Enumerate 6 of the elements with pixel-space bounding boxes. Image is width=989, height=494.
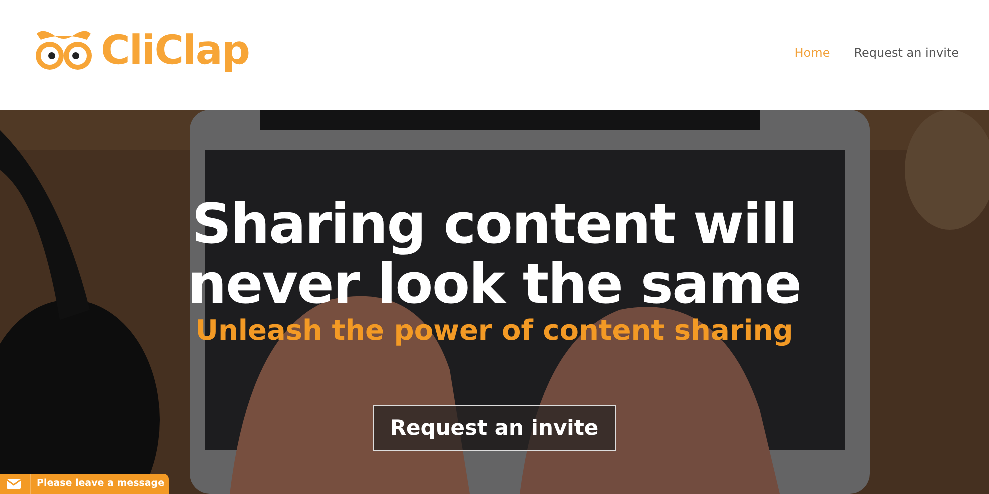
envelope-icon [7, 479, 21, 489]
hero-title: Sharing content will never look the same [186, 194, 802, 314]
nav-link[interactable]: Request an invite [854, 46, 959, 60]
chat-label: Please leave a message [30, 474, 165, 494]
request-invite-button[interactable]: Request an invite [373, 405, 616, 451]
logo-text: CliClap [101, 28, 250, 74]
